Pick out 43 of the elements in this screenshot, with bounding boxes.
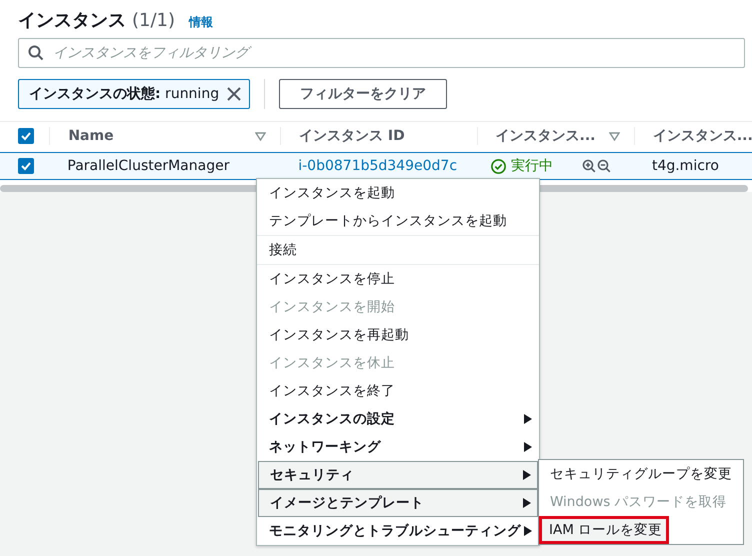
menu-item[interactable]: インスタンスの設定 [258, 405, 538, 433]
instance-id-link[interactable]: i-0b0871b5d349e0d7c [298, 158, 458, 174]
caret-icon [524, 526, 532, 536]
menu-item[interactable]: IAM ロールを変更 [539, 516, 669, 544]
column-header[interactable]: インスタンス ID [299, 127, 405, 145]
page-title: インスタンス [18, 9, 126, 32]
zoom-out-icon[interactable] [596, 159, 611, 173]
clear-filters-button[interactable]: フィルターをクリア [279, 79, 448, 109]
search-icon [28, 45, 44, 61]
menu-item[interactable]: ネットワーキング [258, 433, 538, 461]
table-cell: t4g.micro [652, 158, 719, 174]
menu-item[interactable]: インスタンスを起動 [258, 179, 538, 207]
info-link[interactable]: 情報 [189, 14, 214, 31]
menu-item[interactable]: イメージとテンプレート [258, 489, 538, 517]
table-cell: ParallelClusterManager [67, 158, 230, 174]
sort-icon[interactable] [255, 132, 266, 140]
caret-icon [523, 470, 531, 480]
check-icon [20, 130, 32, 142]
column-header[interactable]: Name [68, 128, 114, 144]
check-icon [20, 160, 32, 172]
menu-item[interactable]: モニタリングとトラブルシューティング [258, 517, 538, 545]
menu-item[interactable]: インスタンスを再起動 [258, 321, 538, 349]
caret-icon [523, 498, 531, 508]
row-checkbox[interactable] [18, 158, 34, 174]
menu-item[interactable]: テンプレートからインスタンスを起動 [257, 207, 539, 236]
status-text: 実行中 [510, 157, 553, 175]
sort-icon[interactable] [608, 132, 620, 140]
zoom-in-icon[interactable] [582, 159, 596, 173]
menu-item[interactable]: インスタンスを終了 [258, 377, 538, 405]
caret-icon [524, 414, 532, 424]
menu-item[interactable]: セキュリティグループを変更 [539, 460, 743, 488]
column-header[interactable]: インスタンス... [496, 127, 596, 145]
filter-token-label: インスタンスの状態: running [29, 85, 220, 103]
instance-count: (1/1) [132, 10, 176, 31]
close-icon[interactable] [227, 87, 242, 101]
select-all-checkbox[interactable] [18, 128, 34, 144]
search-field[interactable]: インスタンスをフィルタリング [18, 38, 745, 68]
menu-item[interactable]: 接続 [257, 236, 539, 265]
column-header[interactable]: インスタンス... [652, 127, 752, 145]
caret-icon [524, 442, 532, 452]
menu-item[interactable]: インスタンスを停止 [258, 265, 538, 293]
menu-item[interactable]: セキュリティ [258, 461, 538, 489]
check-circle-icon [490, 158, 506, 174]
